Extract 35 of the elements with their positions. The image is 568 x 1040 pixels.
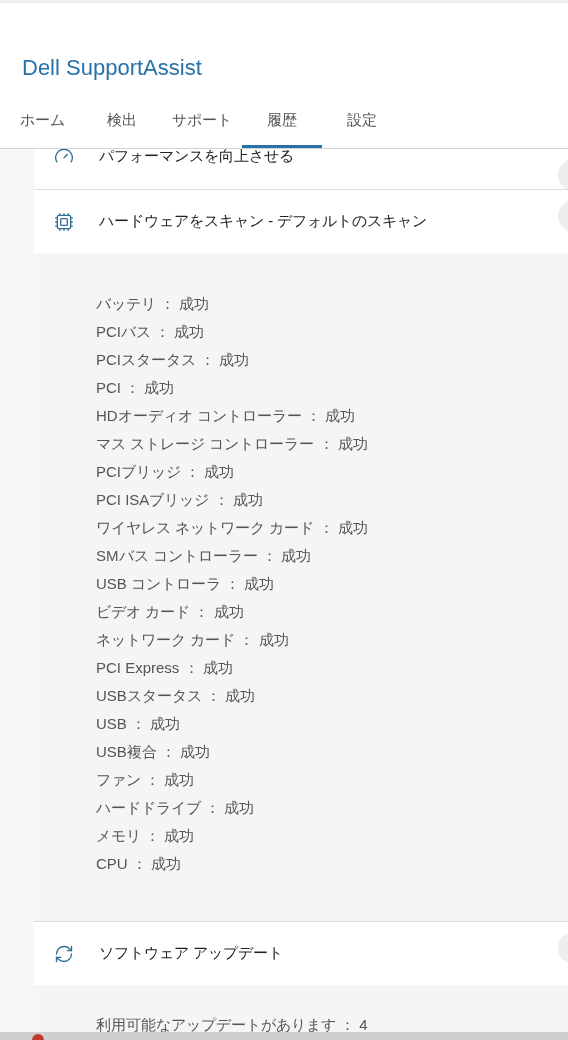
result-line: PCIバス ： 成功 (96, 322, 206, 342)
result-line: ファン ： 成功 (96, 770, 196, 790)
section-title: ソフトウェア アップデート (99, 943, 284, 964)
result-line: メモリ ： 成功 (96, 826, 196, 846)
result-line: CPU ： 成功 (96, 854, 182, 874)
result-line: ワイヤレス ネットワーク カード ： 成功 (96, 518, 369, 538)
app-title: Dell SupportAssist (22, 55, 202, 80)
result-line: ハードドライブ ： 成功 (96, 798, 256, 818)
result-line: PCI ： 成功 (96, 378, 176, 398)
nav-tab[interactable]: ホーム (2, 106, 82, 148)
section-header[interactable]: ソフトウェア アップデート (34, 921, 568, 985)
refresh-icon (54, 943, 74, 964)
result-line: ビデオ カード ： 成功 (96, 602, 245, 622)
result-line: ネットワーク カード ： 成功 (96, 630, 290, 650)
result-line: 利用可能なアップデートがあります ： 4 (96, 1015, 369, 1032)
result-line: PCIスタータス ： 成功 (96, 350, 251, 370)
result-line: PCIブリッジ ： 成功 (96, 462, 236, 482)
result-line: バッテリ ： 成功 (96, 294, 211, 314)
section-header[interactable]: ハードウェアをスキャン - デフォルトのスキャン (34, 189, 568, 253)
result-line: マス ストレージ コントローラー ： 成功 (96, 434, 369, 454)
result-line: USB複合 ： 成功 (96, 742, 212, 762)
result-line: USBスタータス ： 成功 (96, 686, 257, 706)
nav-tab[interactable]: 検出 (82, 106, 162, 148)
result-line: USB コントローラ ： 成功 (96, 574, 276, 594)
nav-tab[interactable]: サポート (162, 106, 242, 148)
section-header[interactable]: パフォーマンスを向上させる (34, 149, 568, 189)
section-title: ハードウェアをスキャン - デフォルトのスキャン (99, 211, 428, 232)
result-line: SMバス コントローラー ： 成功 (96, 546, 312, 566)
nav-tab[interactable]: 設定 (322, 106, 402, 148)
result-line: USB ： 成功 (96, 714, 182, 734)
result-line: PCI Express ： 成功 (96, 658, 234, 678)
result-line: HDオーディオ コントローラー ： 成功 (96, 406, 357, 426)
chip-icon (54, 211, 74, 232)
section-title: パフォーマンスを向上させる (99, 149, 294, 166)
result-line: PCI ISAブリッジ ： 成功 (96, 490, 264, 510)
